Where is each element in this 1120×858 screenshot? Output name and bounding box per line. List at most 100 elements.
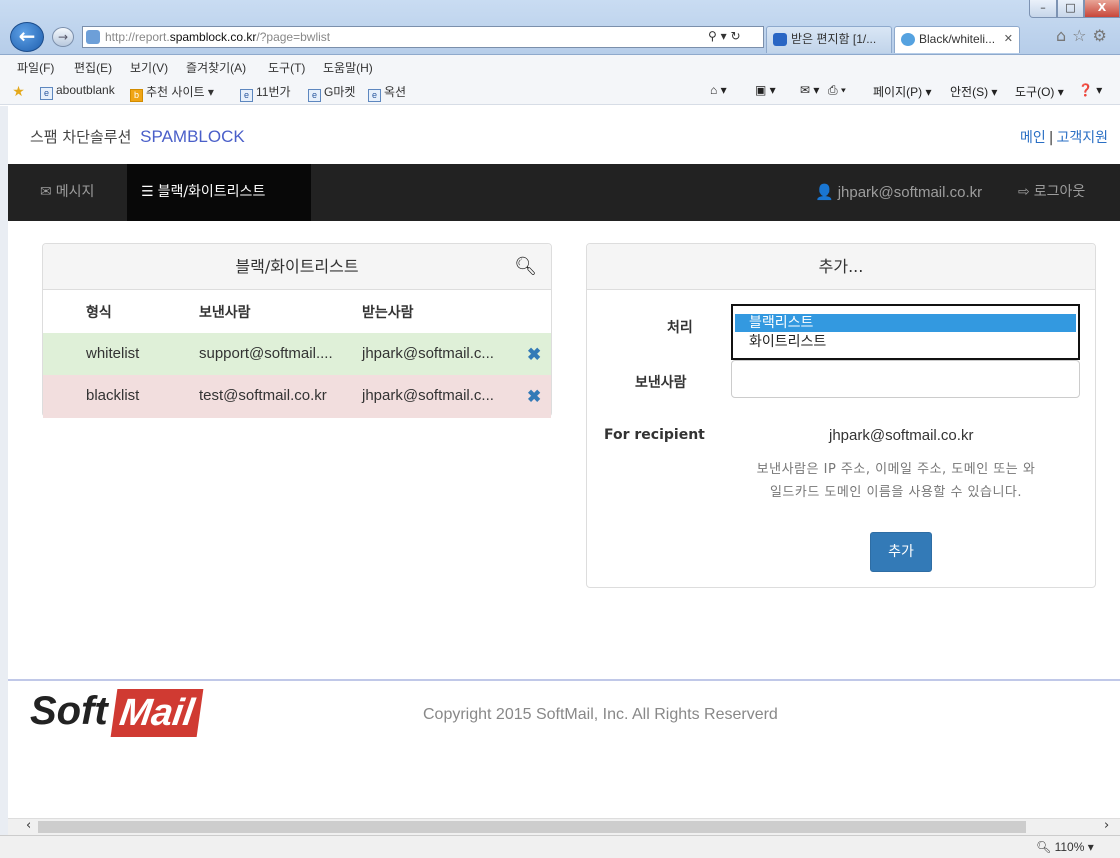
fav-11st[interactable]: e 11번가 — [240, 83, 291, 102]
safety-menu[interactable]: 안전(S) ▾ — [950, 83, 997, 100]
column-header-type[interactable]: 형식 — [86, 302, 112, 322]
nav-messages[interactable]: ✉ 메시지 — [28, 164, 106, 221]
column-header-recipient[interactable]: 받는사람 — [362, 302, 414, 322]
action-label: 처리 — [667, 320, 693, 336]
help-icon[interactable]: ❓ ▾ — [1078, 83, 1102, 97]
logo-soft: Soft — [30, 689, 108, 733]
copyright: Copyright 2015 SoftMail, Inc. All Rights… — [423, 706, 778, 723]
tools-menu[interactable]: 도구(O) ▾ — [1015, 83, 1064, 100]
help-line: 일드카드 도메인 이름을 사용할 수 있습니다. — [769, 485, 1023, 500]
recipient-label: For recipient — [604, 427, 705, 443]
fav-auction[interactable]: e 옥션 — [368, 83, 406, 102]
link-separator: | — [1048, 130, 1054, 146]
search-icon[interactable]: 🔍︎ — [514, 244, 537, 290]
menu-bar: 파일(F) 편집(E) 보기(V) 즐겨찾기(A) 도구(T) 도움말(H) — [0, 55, 1120, 78]
maximize-button[interactable]: □ — [1057, 0, 1084, 18]
option-blacklist[interactable]: 블랙리스트 — [735, 314, 1076, 332]
row-recipient: jhpark@softmail.c... — [362, 345, 494, 362]
table-row: blacklist test@softmail.co.kr jhpark@sof… — [43, 375, 551, 418]
top-links: 메인 | 고객지원 — [1020, 127, 1108, 147]
ie-page-icon: e — [308, 89, 321, 102]
favorites-bar: ★ e aboutblank b 추천 사이트 ▾ e 11번가 e G마켓 e 옥션 ⌂… — [0, 78, 1120, 105]
favorites-star-icon: ★ — [12, 83, 25, 99]
sender-input[interactable] — [731, 360, 1080, 398]
main-link[interactable]: 메인 — [1020, 130, 1046, 146]
menu-tools[interactable]: 도구(T) — [268, 59, 305, 76]
bwlist-panel-title: 블랙/화이트리스트 — [235, 257, 359, 276]
address-tools[interactable]: ⚲ ▾ ↻ — [708, 29, 741, 43]
help-text: 보낸사람은 IP 주소, 이메일 주소, 도메인 또는 와 일드카드 도메인 이… — [731, 458, 1061, 504]
close-tab-icon[interactable]: ✕ — [1004, 27, 1013, 52]
minimize-button[interactable]: – — [1029, 0, 1057, 18]
zoom-icon: 🔍︎ — [1036, 840, 1052, 854]
option-whitelist[interactable]: 화이트리스트 — [735, 333, 1076, 351]
nav-user[interactable]: 👤 jhpark@softmail.co.kr — [815, 164, 982, 221]
support-link[interactable]: 고객지원 — [1056, 130, 1108, 146]
scroll-left-icon[interactable]: ‹ — [26, 818, 31, 833]
footer-divider — [8, 679, 1120, 681]
navbar: ✉ 메시지 ☰ 블랙/화이트리스트 👤 jhpark@softmail.co.kr ⇨… — [8, 164, 1120, 221]
logo-mail: Mail — [110, 689, 204, 737]
url-text[interactable]: http://report.spamblock.co.kr/?page=bwli… — [105, 30, 330, 44]
page: 스팸 차단솔루션 SPAMBLOCK 메인 | 고객지원 ✉ 메시지 ☰ 블랙/화이트리… — [8, 106, 1120, 818]
read-mail-icon[interactable]: ✉ ▾ — [800, 83, 819, 97]
scroll-right-icon[interactable]: › — [1104, 818, 1109, 833]
action-select[interactable]: 블랙리스트 화이트리스트 — [731, 304, 1080, 360]
help-line: 보낸사람은 IP 주소, 이메일 주소, 도메인 또는 와 — [756, 462, 1036, 477]
ie-page-icon: e — [40, 87, 53, 100]
row-sender: test@softmail.co.kr — [199, 387, 327, 404]
add-button[interactable]: 추가 — [870, 532, 932, 572]
nav-logout[interactable]: ⇨ 로그아웃 — [1018, 164, 1085, 221]
forward-button[interactable]: → — [52, 27, 74, 47]
nav-bwlist[interactable]: ☰ 블랙/화이트리스트 — [127, 164, 311, 221]
menu-favorites[interactable]: 즐겨찾기(A) — [186, 59, 246, 76]
column-header-sender[interactable]: 보낸사람 — [199, 302, 251, 322]
add-panel-title: 추가... — [818, 257, 864, 276]
home-command-icon[interactable]: ⌂ ▾ — [710, 83, 727, 97]
star-icon[interactable]: ☆ — [1072, 26, 1092, 45]
brand[interactable]: 스팸 차단솔루션 SPAMBLOCK — [30, 126, 245, 147]
window-left-edge — [0, 106, 8, 835]
address-bar[interactable]: http://report.spamblock.co.kr/?page=bwli… — [82, 26, 764, 48]
bwlist-panel-header: 블랙/화이트리스트 🔍︎ — [43, 244, 551, 290]
tab-inbox[interactable]: 받은 편지함 [1/... — [766, 26, 892, 53]
mail-icon — [773, 33, 787, 46]
ie-page-icon: e — [368, 89, 381, 102]
zoom-control[interactable]: 🔍︎ 110% ▾ — [1036, 840, 1094, 854]
close-window-button[interactable]: X — [1084, 0, 1120, 18]
list-icon: ☰ — [141, 184, 154, 200]
delete-icon[interactable]: ✖ — [527, 387, 541, 407]
brand-korean: 스팸 차단솔루션 — [30, 128, 132, 146]
ie-page-icon: e — [240, 89, 253, 102]
table-row: whitelist support@softmail.... jhpark@so… — [43, 333, 551, 376]
tab-bwlist[interactable]: Black/whiteli... ✕ — [894, 26, 1020, 53]
print-icon[interactable]: ⎙ ▾ — [828, 83, 846, 98]
add-panel-header: 추가... — [587, 244, 1095, 290]
browser-tool-icons: ⌂☆⚙ — [1056, 26, 1113, 45]
tab-label: 받은 편지함 [1/... — [791, 32, 877, 46]
menu-file[interactable]: 파일(F) — [17, 59, 54, 76]
fav-aboutblank[interactable]: e aboutblank — [40, 83, 115, 100]
fav-suggested[interactable]: b 추천 사이트 ▾ — [130, 83, 214, 102]
sender-label: 보낸사람 — [635, 375, 687, 391]
tab-label: Black/whiteli... — [919, 32, 996, 46]
menu-view[interactable]: 보기(V) — [130, 59, 168, 76]
feeds-icon[interactable]: ▣ ▾ — [755, 83, 776, 97]
back-button[interactable]: ← — [10, 22, 44, 52]
menu-help[interactable]: 도움말(H) — [323, 59, 373, 76]
bwlist-panel: 블랙/화이트리스트 🔍︎ 형식 보낸사람 받는사람 whitelist supp… — [42, 243, 552, 418]
home-icon[interactable]: ⌂ — [1056, 26, 1072, 45]
gear-icon[interactable]: ⚙ — [1093, 26, 1113, 45]
favorites-star[interactable]: ★ — [12, 83, 28, 99]
scrollbar-thumb[interactable] — [38, 821, 1026, 833]
bing-icon: b — [130, 89, 143, 102]
site-favicon-icon — [901, 33, 915, 46]
horizontal-scrollbar[interactable]: ‹ › — [8, 818, 1120, 835]
menu-edit[interactable]: 편집(E) — [74, 59, 112, 76]
fav-gmarket[interactable]: e G마켓 — [308, 83, 355, 102]
page-menu[interactable]: 페이지(P) ▾ — [873, 83, 931, 100]
add-panel: 추가... 처리 블랙리스트 화이트리스트 보낸사람 For recipient… — [586, 243, 1096, 588]
arrow-right-icon: → — [57, 30, 69, 44]
recipient-value: jhpark@softmail.co.kr — [829, 427, 974, 444]
delete-icon[interactable]: ✖ — [527, 345, 541, 365]
